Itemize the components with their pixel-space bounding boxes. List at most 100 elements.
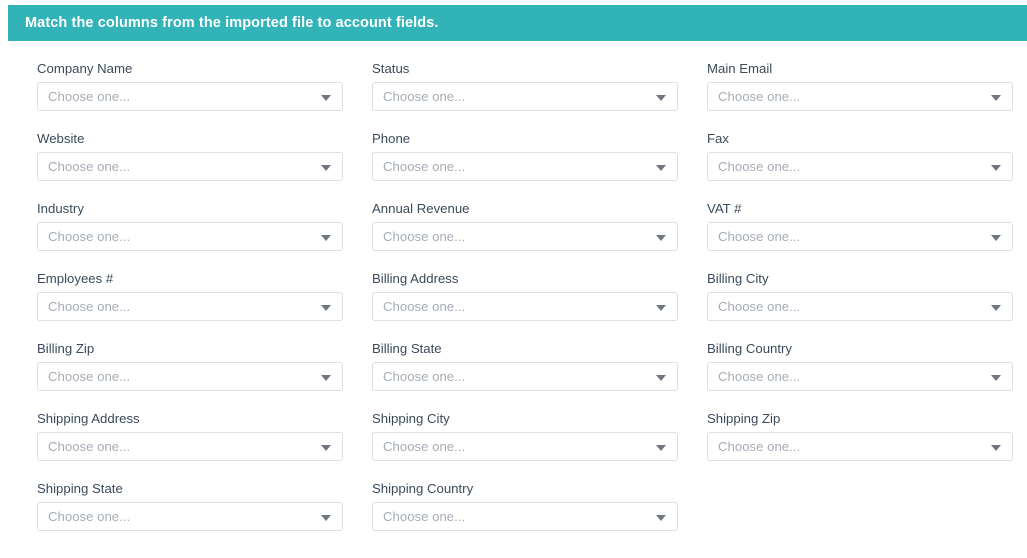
select-shipping-address[interactable]: Choose one...	[37, 432, 343, 461]
field-label: Shipping Country	[372, 481, 474, 496]
select-value: Choose one...	[48, 439, 131, 454]
select-billing-city[interactable]: Choose one...	[707, 292, 1013, 321]
field-shipping-country: Shipping Country Choose one...	[372, 461, 678, 531]
chevron-down-icon[interactable]	[991, 304, 1001, 311]
field-grid: Company Name Choose one... Status Choose on…	[37, 41, 1013, 531]
chevron-down-icon[interactable]	[656, 94, 666, 101]
column-gutter	[678, 461, 707, 531]
column-gutter	[343, 461, 372, 531]
field-billing-city: Billing City Choose one...	[707, 251, 1013, 321]
chevron-down-icon[interactable]	[991, 164, 1001, 171]
field-label: Billing Country	[707, 341, 793, 356]
chevron-down-icon[interactable]	[656, 234, 666, 241]
field-label: Shipping Zip	[707, 411, 781, 426]
select-status[interactable]: Choose one...	[372, 82, 678, 111]
field-label: Billing Address	[372, 271, 459, 286]
select-value: Choose one...	[718, 439, 801, 454]
select-value: Choose one...	[48, 509, 131, 524]
select-shipping-zip[interactable]: Choose one...	[707, 432, 1013, 461]
select-vat-number[interactable]: Choose one...	[707, 222, 1013, 251]
chevron-down-icon[interactable]	[656, 164, 666, 171]
chevron-down-icon[interactable]	[321, 94, 331, 101]
field-employees-number: Employees # Choose one...	[37, 251, 343, 321]
select-industry[interactable]: Choose one...	[37, 222, 343, 251]
field-label: Employees #	[37, 271, 114, 286]
select-value: Choose one...	[383, 509, 466, 524]
select-value: Choose one...	[383, 369, 466, 384]
select-billing-zip[interactable]: Choose one...	[37, 362, 343, 391]
select-value: Choose one...	[718, 229, 801, 244]
field-label: VAT #	[707, 201, 742, 216]
field-label: Website	[37, 131, 85, 146]
chevron-down-icon[interactable]	[321, 374, 331, 381]
chevron-down-icon[interactable]	[991, 374, 1001, 381]
chevron-down-icon[interactable]	[991, 444, 1001, 451]
field-industry: Industry Choose one...	[37, 181, 343, 251]
select-website[interactable]: Choose one...	[37, 152, 343, 181]
chevron-down-icon[interactable]	[991, 234, 1001, 241]
field-label: Company Name	[37, 61, 133, 76]
select-shipping-city[interactable]: Choose one...	[372, 432, 678, 461]
chevron-down-icon[interactable]	[991, 94, 1001, 101]
chevron-down-icon[interactable]	[321, 514, 331, 521]
field-label: Fax	[707, 131, 729, 146]
field-label: Phone	[372, 131, 411, 146]
select-value: Choose one...	[383, 89, 466, 104]
column-gutter	[678, 41, 707, 111]
page-header-banner: Match the columns from the imported file…	[8, 5, 1027, 41]
field-phone: Phone Choose one...	[372, 111, 678, 181]
field-company-name: Company Name Choose one...	[37, 41, 343, 111]
select-billing-state[interactable]: Choose one...	[372, 362, 678, 391]
select-phone[interactable]: Choose one...	[372, 152, 678, 181]
select-value: Choose one...	[48, 299, 131, 314]
select-value: Choose one...	[383, 439, 466, 454]
field-shipping-zip: Shipping Zip Choose one...	[707, 391, 1013, 461]
column-gutter	[678, 181, 707, 251]
select-shipping-state[interactable]: Choose one...	[37, 502, 343, 531]
select-value: Choose one...	[718, 159, 801, 174]
select-fax[interactable]: Choose one...	[707, 152, 1013, 181]
select-annual-revenue[interactable]: Choose one...	[372, 222, 678, 251]
page-title: Match the columns from the imported file…	[25, 14, 439, 31]
field-label: Industry	[37, 201, 84, 216]
field-label: Annual Revenue	[372, 201, 470, 216]
select-value: Choose one...	[383, 299, 466, 314]
field-label: Shipping State	[37, 481, 123, 496]
column-gutter	[678, 251, 707, 321]
field-billing-country: Billing Country Choose one...	[707, 321, 1013, 391]
field-annual-revenue: Annual Revenue Choose one...	[372, 181, 678, 251]
select-billing-country[interactable]: Choose one...	[707, 362, 1013, 391]
field-shipping-state: Shipping State Choose one...	[37, 461, 343, 531]
select-value: Choose one...	[48, 89, 131, 104]
select-company-name[interactable]: Choose one...	[37, 82, 343, 111]
field-status: Status Choose one...	[372, 41, 678, 111]
field-mapping-form: Company Name Choose one... Status Choose on…	[37, 41, 1013, 558]
chevron-down-icon[interactable]	[656, 374, 666, 381]
column-gutter	[343, 321, 372, 391]
chevron-down-icon[interactable]	[321, 304, 331, 311]
chevron-down-icon[interactable]	[321, 234, 331, 241]
select-value: Choose one...	[48, 369, 131, 384]
field-label: Status	[372, 61, 410, 76]
select-main-email[interactable]: Choose one...	[707, 82, 1013, 111]
chevron-down-icon[interactable]	[656, 304, 666, 311]
chevron-down-icon[interactable]	[321, 444, 331, 451]
column-gutter	[343, 111, 372, 181]
select-value: Choose one...	[48, 229, 131, 244]
chevron-down-icon[interactable]	[656, 514, 666, 521]
field-label: Shipping City	[372, 411, 450, 426]
select-value: Choose one...	[383, 159, 466, 174]
select-employees-number[interactable]: Choose one...	[37, 292, 343, 321]
chevron-down-icon[interactable]	[656, 444, 666, 451]
chevron-down-icon[interactable]	[321, 164, 331, 171]
column-mapping-page: Match the columns from the imported file…	[0, 0, 1027, 558]
select-shipping-country[interactable]: Choose one...	[372, 502, 678, 531]
select-value: Choose one...	[718, 299, 801, 314]
column-gutter	[678, 111, 707, 181]
field-billing-zip: Billing Zip Choose one...	[37, 321, 343, 391]
field-shipping-city: Shipping City Choose one...	[372, 391, 678, 461]
select-billing-address[interactable]: Choose one...	[372, 292, 678, 321]
column-gutter	[678, 391, 707, 461]
field-shipping-address: Shipping Address Choose one...	[37, 391, 343, 461]
field-website: Website Choose one...	[37, 111, 343, 181]
